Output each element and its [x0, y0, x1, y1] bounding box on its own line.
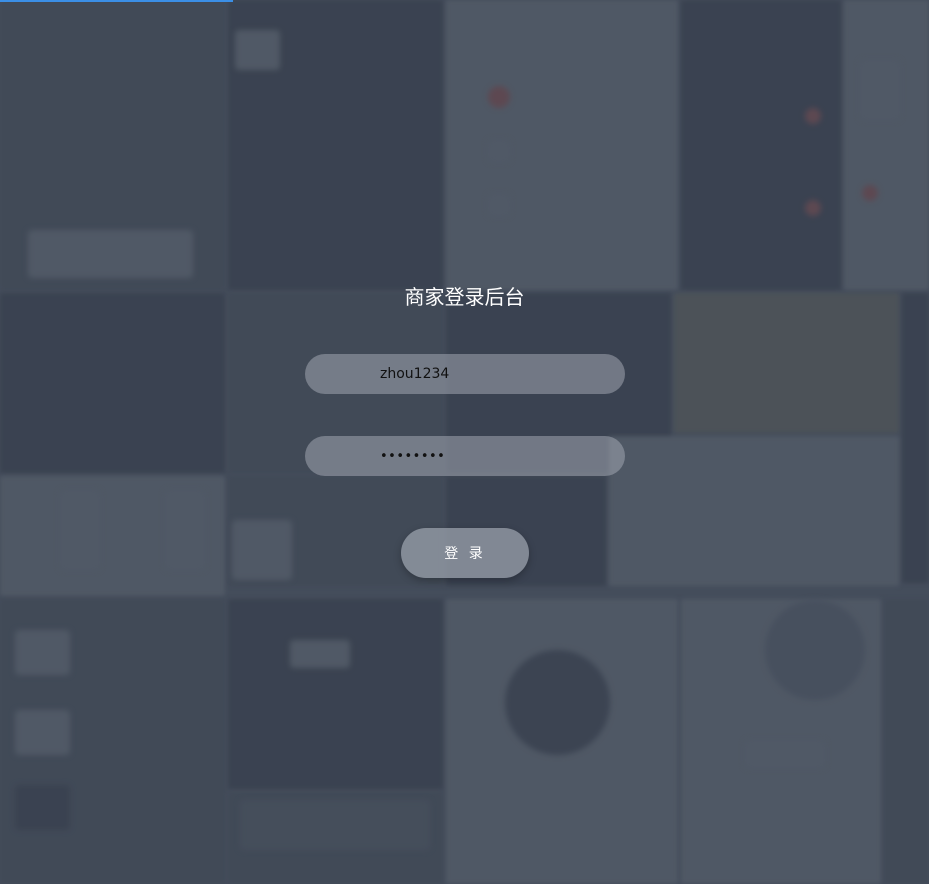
username-value: zhou1234 — [380, 366, 450, 382]
page-title: 商家登录后台 — [404, 285, 525, 309]
password-field[interactable]: •••••••• — [305, 436, 625, 476]
password-value: •••••••• — [380, 448, 446, 464]
loading-progress-bar — [0, 0, 233, 2]
login-form: 商家登录后台 zhou1234 •••••••• 登 录 — [0, 0, 929, 884]
username-field[interactable]: zhou1234 — [305, 354, 625, 394]
login-button[interactable]: 登 录 — [401, 528, 529, 578]
